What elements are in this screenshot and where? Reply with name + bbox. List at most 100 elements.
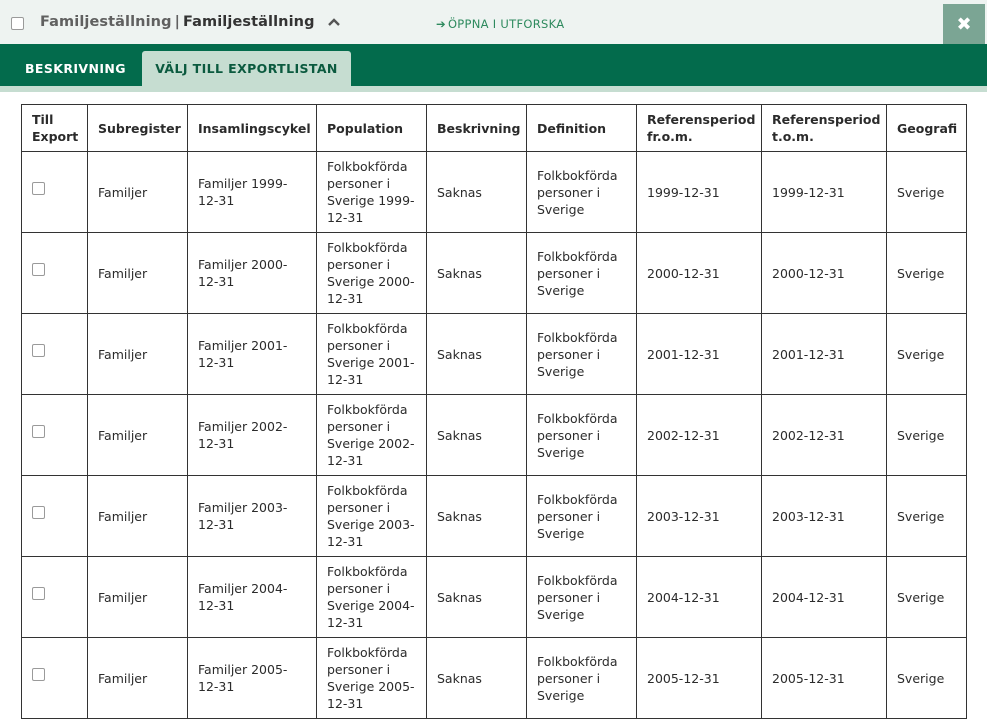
tab-bar: BESKRIVNING VÄLJ TILL EXPORTLISTAN <box>0 44 987 86</box>
geo-cell: Sverige <box>886 475 967 557</box>
close-icon: ✖ <box>956 13 972 35</box>
from-cell: 2004-12-31 <box>636 556 762 638</box>
description-cell: Saknas <box>426 394 527 476</box>
col-header[interactable]: Subregister <box>87 104 188 152</box>
table-row: Familjer Familjer 1999-12-31 Folkbokförd… <box>21 151 967 233</box>
population-cell: Folkbokförda personer i Sverige 2000-12-… <box>316 232 427 314</box>
to-cell: 2005-12-31 <box>761 637 887 719</box>
export-cell <box>21 313 88 395</box>
cycle-cell: Familjer 2001-12-31 <box>187 313 317 395</box>
export-cell <box>21 475 88 557</box>
table-row: Familjer Familjer 2001-12-31 Folkbokförd… <box>21 313 967 395</box>
to-cell: 1999-12-31 <box>761 151 887 233</box>
to-cell: 2001-12-31 <box>761 313 887 395</box>
subregister-cell: Familjer <box>87 151 188 233</box>
from-cell: 1999-12-31 <box>636 151 762 233</box>
description-cell: Saknas <box>426 475 527 557</box>
definition-cell: Folkbokförda personer i Sverige <box>526 151 637 233</box>
col-header[interactable]: Insamlingscykel <box>187 104 317 152</box>
table-header-row: Till Export Subregister Insamlingscykel … <box>21 104 967 152</box>
header-bar: Familjeställning | Familjeställning ➔ ÖPPNA… <box>0 0 987 44</box>
from-cell: 2001-12-31 <box>636 313 762 395</box>
table-row: Familjer Familjer 2005-12-31 Folkbokförd… <box>21 637 967 719</box>
export-checkbox[interactable] <box>32 424 45 438</box>
description-cell: Saknas <box>426 313 527 395</box>
col-header[interactable]: Geografi <box>886 104 967 152</box>
close-button[interactable]: ✖ <box>943 4 985 44</box>
tab-export-list[interactable]: VÄLJ TILL EXPORTLISTAN <box>142 51 351 86</box>
cycle-cell: Familjer 2005-12-31 <box>187 637 317 719</box>
subregister-cell: Familjer <box>87 313 188 395</box>
tab-description[interactable]: BESKRIVNING <box>25 47 126 89</box>
export-cell <box>21 394 88 476</box>
description-cell: Saknas <box>426 151 527 233</box>
export-table: Till Export Subregister Insamlingscykel … <box>21 104 967 719</box>
subregister-cell: Familjer <box>87 556 188 638</box>
export-checkbox[interactable] <box>32 505 45 519</box>
title-separator: | <box>174 14 180 30</box>
export-cell <box>21 151 88 233</box>
table-row: Familjer Familjer 2003-12-31 Folkbokförd… <box>21 475 967 557</box>
definition-cell: Folkbokförda personer i Sverige <box>526 556 637 638</box>
definition-cell: Folkbokförda personer i Sverige <box>526 394 637 476</box>
arrow-right-icon: ➔ <box>436 17 446 31</box>
geo-cell: Sverige <box>886 232 967 314</box>
population-cell: Folkbokförda personer i Sverige 2002-12-… <box>316 394 427 476</box>
from-cell: 2002-12-31 <box>636 394 762 476</box>
from-cell: 2005-12-31 <box>636 637 762 719</box>
open-in-explore-link[interactable]: ➔ ÖPPNA I UTFORSKA <box>436 17 564 31</box>
description-cell: Saknas <box>426 637 527 719</box>
geo-cell: Sverige <box>886 151 967 233</box>
export-cell <box>21 637 88 719</box>
table-row: Familjer Familjer 2004-12-31 Folkbokförd… <box>21 556 967 638</box>
description-cell: Saknas <box>426 232 527 314</box>
population-cell: Folkbokförda personer i Sverige 2003-12-… <box>316 475 427 557</box>
to-cell: 2004-12-31 <box>761 556 887 638</box>
population-cell: Folkbokförda personer i Sverige 2001-12-… <box>316 313 427 395</box>
subregister-cell: Familjer <box>87 232 188 314</box>
export-checkbox[interactable] <box>32 262 45 276</box>
col-header[interactable]: Referensperiod t.o.m. <box>761 104 887 152</box>
export-checkbox[interactable] <box>32 667 45 681</box>
export-checkbox[interactable] <box>32 181 45 195</box>
definition-cell: Folkbokförda personer i Sverige <box>526 232 637 314</box>
subregister-cell: Familjer <box>87 637 188 719</box>
table-row: Familjer Familjer 2000-12-31 Folkbokförd… <box>21 232 967 314</box>
export-cell <box>21 556 88 638</box>
subregister-cell: Familjer <box>87 394 188 476</box>
select-all-checkbox[interactable] <box>11 17 24 30</box>
export-checkbox[interactable] <box>32 586 45 600</box>
geo-cell: Sverige <box>886 637 967 719</box>
page-title[interactable]: Familjeställning | Familjeställning <box>40 14 340 30</box>
geo-cell: Sverige <box>886 556 967 638</box>
to-cell: 2003-12-31 <box>761 475 887 557</box>
cycle-cell: Familjer 2002-12-31 <box>187 394 317 476</box>
definition-cell: Folkbokförda personer i Sverige <box>526 637 637 719</box>
description-cell: Saknas <box>426 556 527 638</box>
export-checkbox[interactable] <box>32 343 45 357</box>
explore-link-label: ÖPPNA I UTFORSKA <box>447 17 565 31</box>
col-header[interactable]: Beskrivning <box>426 104 527 152</box>
from-cell: 2000-12-31 <box>636 232 762 314</box>
cycle-cell: Familjer 2004-12-31 <box>187 556 317 638</box>
from-cell: 2003-12-31 <box>636 475 762 557</box>
col-header[interactable]: Population <box>316 104 427 152</box>
export-cell <box>21 232 88 314</box>
geo-cell: Sverige <box>886 394 967 476</box>
cycle-cell: Familjer 1999-12-31 <box>187 151 317 233</box>
geo-cell: Sverige <box>886 313 967 395</box>
col-header[interactable]: Referensperiod fr.o.m. <box>636 104 762 152</box>
population-cell: Folkbokförda personer i Sverige 2005-12-… <box>316 637 427 719</box>
subregister-cell: Familjer <box>87 475 188 557</box>
tab-content-strip <box>0 86 987 92</box>
population-cell: Folkbokförda personer i Sverige 1999-12-… <box>316 151 427 233</box>
cycle-cell: Familjer 2003-12-31 <box>187 475 317 557</box>
to-cell: 2000-12-31 <box>761 232 887 314</box>
definition-cell: Folkbokförda personer i Sverige <box>526 313 637 395</box>
col-header[interactable]: Definition <box>526 104 637 152</box>
table-row: Familjer Familjer 2002-12-31 Folkbokförd… <box>21 394 967 476</box>
population-cell: Folkbokförda personer i Sverige 2004-12-… <box>316 556 427 638</box>
chevron-up-icon[interactable] <box>327 18 340 26</box>
col-header[interactable]: Till Export <box>21 104 88 152</box>
title-part2: Familjeställning <box>182 14 315 30</box>
